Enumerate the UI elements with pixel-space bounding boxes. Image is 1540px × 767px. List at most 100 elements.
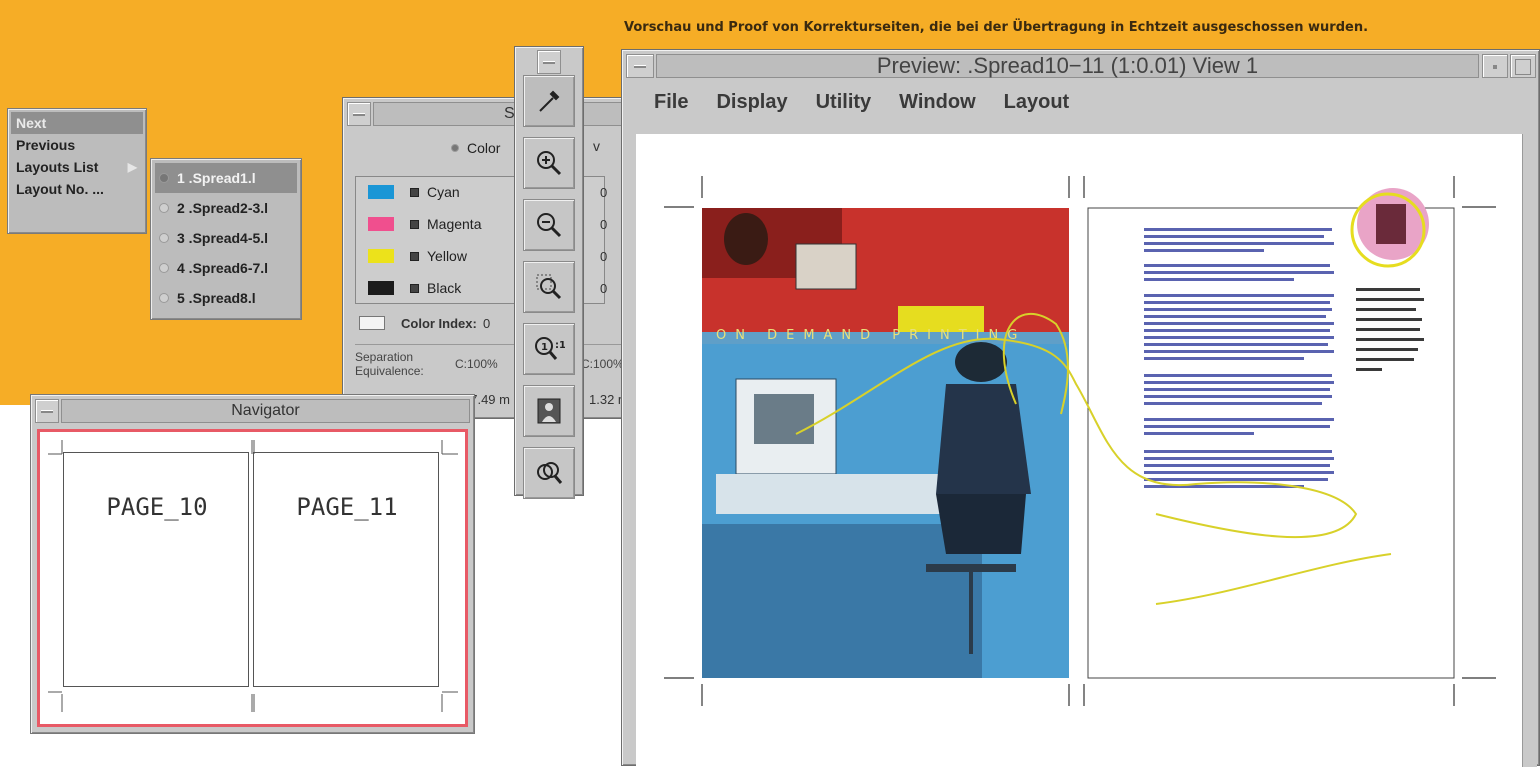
ink-name: Black [427,280,462,296]
menu-item-layouts-list-label: Layouts List [16,159,99,175]
checkbox-icon[interactable] [410,251,419,261]
left-page-photo: ON DEMAND PRINTING [702,208,1069,678]
cyan-swatch [368,185,394,199]
magenta-swatch [368,217,394,231]
checkbox-icon[interactable] [410,187,419,197]
portrait-tool[interactable] [523,385,575,437]
separations-window: Sep Color v Cyan 0 Magenta 0 Yellow 0 Bl… [342,97,642,419]
equivalence-label-line: Equivalence: [355,364,424,378]
checkbox-icon[interactable] [410,283,419,293]
color-index-value: 0 [483,316,491,331]
zoom-out-tool[interactable] [523,199,575,251]
layout-item-5[interactable]: 5 .Spread8.l [155,283,297,313]
eyedropper-tool[interactable] [523,75,575,127]
layouts-submenu: 1 .Spread1.l 2 .Spread2-3.l 3 .Spread4-5… [150,158,302,320]
layout-item-label: 1 .Spread1.l [177,170,256,186]
ink-value: 0 [600,216,608,232]
navigator-canvas[interactable]: PAGE_10 PAGE_11 [37,429,468,727]
zoom-out-icon [537,213,562,238]
navigator-window: Navigator PAGE_10 PAGE_11 [30,394,475,734]
ink-value: 0 [600,280,608,296]
actual-size-tool[interactable]: 1 :1 [523,323,575,375]
right-page-content [1087,188,1455,679]
menu-item-layouts-list[interactable]: Layouts List ▶ [11,156,143,178]
menu-utility[interactable]: Utility [816,91,872,114]
layout-item-label: 4 .Spread6-7.l [177,260,269,276]
eyedropper-icon [539,90,560,112]
navigator-page-label: PAGE_10 [106,493,208,521]
equivalence-value-right: C:100% [581,357,624,371]
radio-icon [451,144,459,152]
equivalence-label-line: Separation [355,350,414,364]
minimize-button[interactable] [1482,54,1508,78]
spread-preview: ON DEMAND PRINTING [664,176,1496,706]
navigator-title: Navigator [231,402,300,419]
menu-display[interactable]: Display [716,91,787,114]
black-swatch [368,281,394,295]
checkbox-icon[interactable] [410,219,419,229]
menu-item-layout-no[interactable]: Layout No. ... [11,178,143,200]
magnifier-tool[interactable] [523,447,575,499]
zoom-region-tool[interactable] [523,261,575,313]
ink-value: 0 [600,248,608,264]
window-menu-button[interactable] [347,102,371,126]
radio-icon [159,203,169,213]
menu-item-next[interactable]: Next [11,112,143,134]
color-mode-label: Color [467,140,501,156]
navigator-titlebar[interactable]: Navigator [61,399,470,423]
window-menu-button[interactable] [626,54,654,78]
magnifier-icon [537,462,563,484]
layout-item-label: 5 .Spread8.l [177,290,256,306]
color-index-swatch [359,316,385,330]
preview-canvas[interactable]: ON DEMAND PRINTING [636,134,1522,767]
page-banner-text: ON DEMAND PRINTING [716,328,1026,343]
separations-titlebar[interactable]: Sep [373,102,637,126]
maximize-button[interactable] [1510,54,1536,78]
menu-file[interactable]: File [654,91,688,114]
zoom-in-icon [537,151,562,176]
maximize-icon [1515,59,1531,75]
layout-item-4[interactable]: 4 .Spread6-7.l [155,253,297,283]
menu-item-previous[interactable]: Previous [11,134,143,156]
menu-layout[interactable]: Layout [1004,91,1070,114]
preview-window: Preview: .Spread10−11 (1:0.01) View 1 Fi… [621,49,1540,767]
ink-name: Yellow [427,248,467,264]
ink-name: Magenta [427,216,482,232]
yellow-swatch [368,249,394,263]
zoom-in-tool[interactable] [523,137,575,189]
zoom-region-icon [536,274,562,300]
palette-menu-button[interactable] [537,50,561,74]
radio-icon [159,173,169,183]
layout-item-1[interactable]: 1 .Spread1.l [155,163,297,193]
preview-menubar: File Display Utility Window Layout [626,82,1535,122]
radio-icon [159,263,169,273]
equivalence-value: C:100% [455,357,498,371]
layout-item-label: 3 .Spread4-5.l [177,230,269,246]
divider [355,344,625,345]
window-menu-button[interactable] [35,399,59,423]
navigator-page-label: PAGE_11 [296,493,398,521]
preview-scrollbar[interactable] [1522,134,1537,767]
color-index-label: Color Index: [401,316,477,331]
ink-name: Cyan [427,184,460,200]
preview-titlebar[interactable]: Preview: .Spread10−11 (1:0.01) View 1 [656,53,1479,78]
navigator-page-10[interactable]: PAGE_10 [63,452,249,687]
radio-icon [159,233,169,243]
submenu-arrow-icon: ▶ [127,160,137,174]
svg-text:1: 1 [541,342,548,353]
portrait-icon [537,398,561,424]
equivalence-label: Separation Equivalence: [355,350,424,378]
tool-palette: 1 :1 [514,46,584,499]
minimize-icon [1493,65,1497,69]
context-menu: Next Previous Layouts List ▶ Layout No. … [7,108,147,234]
preview-title: Preview: .Spread10−11 (1:0.01) View 1 [876,53,1259,78]
navigator-page-11[interactable]: PAGE_11 [253,452,439,687]
color-mode-option[interactable]: Color [451,140,500,156]
svg-text::1: :1 [555,340,565,351]
layout-item-2[interactable]: 2 .Spread2-3.l [155,193,297,223]
page-caption: Vorschau und Proof von Korrekturseiten, … [624,20,1369,35]
layout-item-3[interactable]: 3 .Spread4-5.l [155,223,297,253]
menu-window[interactable]: Window [899,91,975,114]
mode-suffix: v [593,138,600,154]
layout-item-label: 2 .Spread2-3.l [177,200,269,216]
